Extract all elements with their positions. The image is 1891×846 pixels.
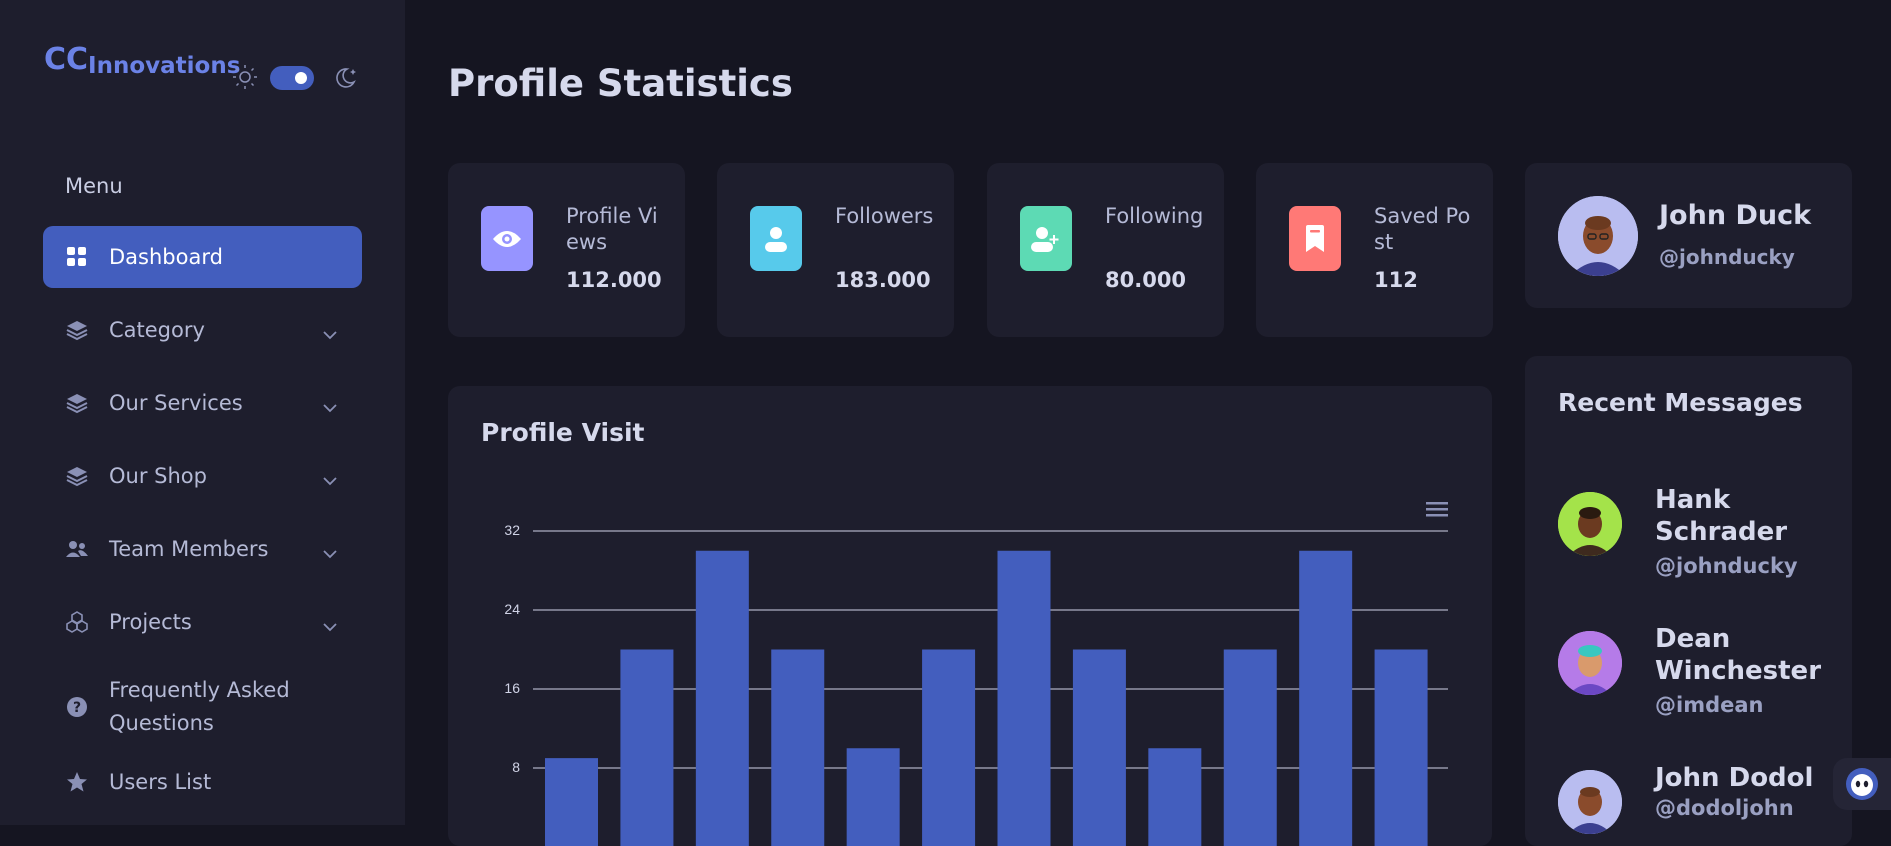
- dark-mode-toggle[interactable]: [270, 66, 314, 90]
- chart-bar[interactable]: [1299, 551, 1352, 846]
- person-add-icon: [1020, 206, 1072, 271]
- chart-bar[interactable]: [1224, 650, 1277, 846]
- stat-card-followers: Followers 183.000: [717, 163, 954, 337]
- stat-label: Profile Views: [566, 203, 666, 255]
- boxes-icon: [65, 610, 89, 634]
- recent-messages-card: Recent Messages Hank Schrader @johnducky…: [1525, 356, 1852, 846]
- svg-text:?: ?: [73, 700, 81, 716]
- chevron-down-icon: [322, 467, 338, 491]
- message-sender-handle: @dodoljohn: [1655, 796, 1794, 820]
- chart-bar[interactable]: [1073, 650, 1126, 846]
- bookmark-icon: [1289, 206, 1341, 271]
- sidebar-item-label: Frequently Asked Questions: [109, 674, 299, 740]
- sidebar-item-category[interactable]: Category: [43, 299, 362, 361]
- avatar: [1558, 770, 1622, 834]
- theme-toggle-group: [232, 62, 362, 96]
- person-icon: [750, 206, 802, 271]
- chevron-down-icon: [322, 321, 338, 345]
- y-tick-label: 8: [512, 759, 520, 775]
- sidebar-item-faq[interactable]: ? Frequently Asked Questions: [43, 664, 362, 750]
- stat-label: Saved Post: [1374, 203, 1474, 255]
- profile-handle: @johnducky: [1659, 245, 1795, 269]
- chart-bar[interactable]: [771, 650, 824, 846]
- grid-icon: [65, 245, 89, 269]
- stat-value: 112.000: [566, 268, 662, 292]
- message-sender-handle: @imdean: [1655, 693, 1763, 717]
- question-icon: ?: [65, 695, 89, 719]
- profile-card: John Duck @johnducky: [1525, 163, 1852, 308]
- chat-widget-button[interactable]: [1833, 758, 1891, 810]
- chart-bar[interactable]: [1148, 748, 1201, 846]
- stat-value: 80.000: [1105, 268, 1186, 292]
- chart-bar[interactable]: [922, 650, 975, 846]
- avatar: [1558, 631, 1622, 695]
- message-sender-handle: @johnducky: [1655, 554, 1798, 578]
- stat-label: Following: [1105, 203, 1205, 229]
- sidebar-item-label: Team Members: [109, 537, 269, 561]
- profile-visit-chart: 8 16 24 32: [448, 386, 1492, 846]
- sidebar-item-projects[interactable]: Projects: [43, 591, 362, 653]
- stat-card-profile-views: Profile Views 112.000: [448, 163, 685, 337]
- page-title: Profile Statistics: [448, 62, 793, 105]
- chart-bar[interactable]: [847, 748, 900, 846]
- stat-label: Followers: [835, 203, 935, 229]
- sidebar-item-label: Users List: [109, 770, 211, 794]
- stack-icon: [65, 464, 89, 488]
- stat-value: 183.000: [835, 268, 931, 292]
- stack-icon: [65, 391, 89, 415]
- sidebar-item-label: Category: [109, 318, 205, 342]
- profile-name: John Duck: [1659, 200, 1811, 231]
- chart-menu-icon[interactable]: [1426, 502, 1448, 517]
- chevron-down-icon: [322, 613, 338, 637]
- profile-visit-card: Profile Visit 8162432: [448, 386, 1492, 846]
- star-icon: [65, 770, 89, 794]
- avatar: [1558, 492, 1622, 556]
- chevron-down-icon: [322, 394, 338, 418]
- moon-icon: [336, 64, 362, 94]
- eye-icon: [481, 206, 533, 271]
- chart-bar[interactable]: [998, 551, 1051, 846]
- sidebar-item-our-shop[interactable]: Our Shop: [43, 445, 362, 507]
- logo-innovations: Innovations: [88, 53, 240, 79]
- logo-cc: CC: [44, 42, 88, 77]
- sidebar-item-label: Our Shop: [109, 464, 207, 488]
- sidebar-item-label: Dashboard: [109, 245, 223, 269]
- avatar[interactable]: [1558, 196, 1638, 276]
- stat-card-saved-post: Saved Post 112: [1256, 163, 1493, 337]
- stat-card-following: Following 80.000: [987, 163, 1224, 337]
- y-tick-label: 32: [504, 522, 520, 538]
- sidebar-item-our-services[interactable]: Our Services: [43, 372, 362, 434]
- stack-icon: [65, 318, 89, 342]
- people-icon: [65, 537, 89, 561]
- menu-title: Menu: [65, 174, 123, 198]
- chart-bar[interactable]: [620, 650, 673, 846]
- chevron-down-icon: [322, 540, 338, 564]
- chart-bar[interactable]: [545, 758, 598, 846]
- messages-title: Recent Messages: [1558, 388, 1803, 417]
- sidebar-item-label: Our Services: [109, 391, 243, 415]
- sidebar-item-label: Projects: [109, 610, 192, 634]
- sidebar-nav: Dashboard Category Our Services Our Shop…: [43, 226, 362, 824]
- sidebar-item-team-members[interactable]: Team Members: [43, 518, 362, 580]
- sidebar-item-dashboard[interactable]: Dashboard: [43, 226, 362, 288]
- sidebar: CCInnovations Menu Dashboard Category Ou…: [0, 0, 405, 825]
- toggle-knob: [295, 72, 307, 84]
- chart-bar[interactable]: [696, 551, 749, 846]
- message-sender-name: Hank Schrader: [1655, 484, 1835, 548]
- message-sender-name: John Dodol: [1655, 762, 1835, 794]
- stat-value: 112: [1374, 268, 1418, 292]
- sidebar-item-users-list[interactable]: Users List: [43, 751, 362, 813]
- sun-icon: [232, 64, 258, 94]
- chart-bar[interactable]: [1375, 650, 1428, 846]
- logo[interactable]: CCInnovations: [44, 42, 240, 77]
- y-tick-label: 24: [504, 601, 520, 617]
- y-tick-label: 16: [504, 680, 520, 696]
- message-sender-name: Dean Winchester: [1655, 623, 1835, 687]
- chat-bot-icon: [1845, 767, 1879, 801]
